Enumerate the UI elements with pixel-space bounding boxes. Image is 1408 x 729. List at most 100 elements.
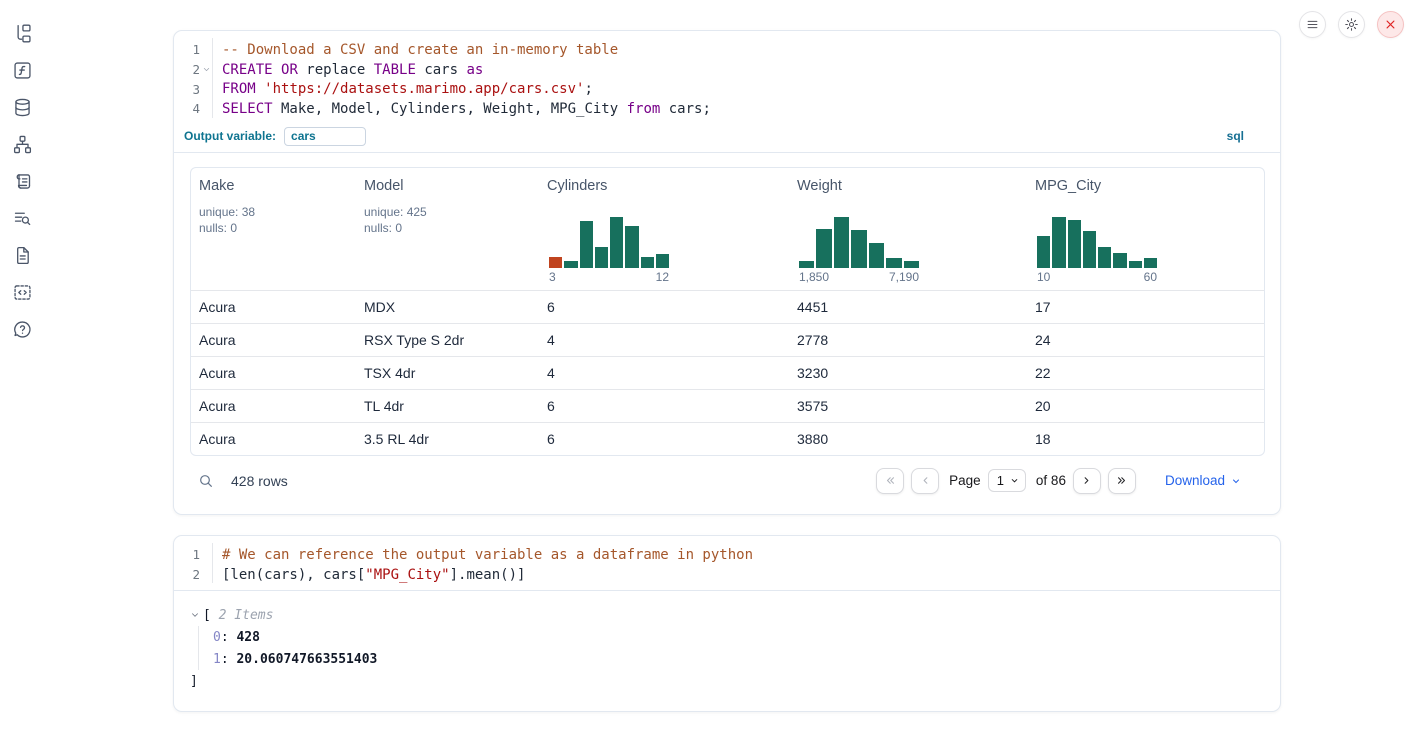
python-code-editor[interactable]: 1 # We can reference the output variable … [174, 536, 1280, 591]
tree-entry[interactable]: 1: 20.060747663551403 [213, 648, 1264, 670]
tree-entry[interactable]: 0: 428 [213, 626, 1264, 648]
next-page-button[interactable] [1073, 468, 1101, 494]
table-cell: 18 [1027, 431, 1264, 447]
last-page-button[interactable] [1108, 468, 1136, 494]
token-keyword: TABLE [374, 62, 416, 78]
table-row[interactable]: AcuraTSX 4dr4323022 [191, 356, 1264, 389]
table-row[interactable]: AcuraTL 4dr6357520 [191, 389, 1264, 422]
line-number: 3 [174, 82, 200, 97]
table-cell: TL 4dr [356, 398, 539, 414]
tree-root-line[interactable]: [ 2 Items [190, 604, 1264, 626]
token-keyword: from [627, 101, 661, 117]
prev-page-button[interactable] [911, 468, 939, 494]
table-cell: Acura [191, 299, 356, 315]
histogram-bar [1052, 217, 1065, 267]
column-header-mpg_city[interactable]: MPG_City1060 [1027, 168, 1264, 290]
table-cell: 20 [1027, 398, 1264, 414]
help-icon[interactable] [11, 318, 33, 340]
table-cell: 4451 [789, 299, 1027, 315]
table-cell: Acura [191, 398, 356, 414]
token-string: 'https://datasets.marimo.app/cars.csv' [264, 81, 584, 97]
table-cell: 6 [539, 431, 789, 447]
scratchpad-icon[interactable] [11, 170, 33, 192]
code-line[interactable]: 2CREATE OR replace TABLE cars as [174, 60, 1280, 80]
histogram-max-label: 7,190 [889, 270, 919, 284]
close-icon [1383, 17, 1398, 32]
column-name: MPG_City [1035, 178, 1264, 194]
items-count: 2 Items [211, 608, 274, 623]
dependency-graph-icon[interactable] [11, 133, 33, 155]
output-variable-input[interactable] [284, 127, 366, 146]
logs-icon[interactable] [11, 207, 33, 229]
fold-chevron-icon[interactable] [200, 65, 212, 74]
histogram-bar [851, 230, 866, 268]
chevron-left-icon [919, 474, 932, 487]
shutdown-button[interactable] [1377, 11, 1404, 38]
token-plain [273, 62, 281, 78]
line-number: 1 [174, 547, 200, 562]
token-keyword: as [466, 62, 483, 78]
table-cell: 24 [1027, 332, 1264, 348]
page-label: Page [949, 473, 981, 488]
table-footer: 428 rows Page 1 of 86 [190, 463, 1264, 499]
menu-button[interactable] [1299, 11, 1326, 38]
table-row[interactable]: Acura3.5 RL 4dr6388018 [191, 422, 1264, 455]
histogram-bar [610, 217, 623, 267]
column-header-model[interactable]: Modelunique: 425nulls: 0 [356, 168, 539, 290]
token-plain: [len(cars), cars[ [222, 567, 365, 583]
settings-button[interactable] [1338, 11, 1365, 38]
file-explorer-icon[interactable] [11, 22, 33, 44]
histogram-labels: 3 12 [549, 270, 669, 284]
table-row[interactable]: AcuraRSX Type S 2dr4277824 [191, 323, 1264, 356]
code-line[interactable]: 4SELECT Make, Model, Cylinders, Weight, … [174, 99, 1280, 119]
table-cell: 2778 [789, 332, 1027, 348]
variables-icon[interactable] [11, 59, 33, 81]
column-stats: unique: 425nulls: 0 [364, 204, 539, 237]
stat-line: nulls: 0 [199, 220, 356, 237]
code-text: # We can reference the output variable a… [212, 547, 753, 563]
entry-value: 428 [236, 630, 259, 645]
token-plain [256, 81, 264, 97]
histogram-bar [1144, 258, 1157, 268]
histogram-min-label: 3 [549, 270, 556, 284]
table-row[interactable]: AcuraMDX6445117 [191, 290, 1264, 323]
line-number: 1 [174, 42, 200, 57]
close-bracket: ] [190, 674, 198, 689]
datasources-icon[interactable] [11, 96, 33, 118]
gear-icon [1344, 17, 1359, 32]
tree-close-line: ] [190, 670, 1264, 692]
column-header-cylinders[interactable]: Cylinders312 [539, 168, 789, 290]
token-keyword: FROM [222, 81, 256, 97]
code-line[interactable]: 2[len(cars), cars["MPG_City"].mean()] [174, 565, 1280, 585]
token-plain: cars; [660, 101, 711, 117]
histogram-bar [834, 217, 849, 267]
code-line[interactable]: 3 FROM 'https://datasets.marimo.app/cars.… [174, 79, 1280, 99]
code-line[interactable]: 1 # We can reference the output variable … [174, 545, 1280, 565]
histogram-bar [1068, 220, 1081, 267]
table-cell: TSX 4dr [356, 365, 539, 381]
histogram-bar [595, 247, 608, 268]
histogram-bar [1083, 231, 1096, 268]
column-header-make[interactable]: Makeunique: 38nulls: 0 [191, 168, 356, 290]
download-button[interactable]: Download [1165, 473, 1242, 488]
snippets-icon[interactable] [11, 281, 33, 303]
output-variable-label: Output variable: [184, 129, 276, 143]
table-cell: 4 [539, 332, 789, 348]
python-cell: 1 # We can reference the output variable … [173, 535, 1281, 712]
code-text: SELECT Make, Model, Cylinders, Weight, M… [212, 101, 711, 117]
token-plain: replace [298, 62, 374, 78]
python-output-tree: [ 2 Items 0: 4281: 20.060747663551403 ] [174, 591, 1280, 692]
page-select[interactable]: 1 [988, 469, 1026, 492]
column-header-weight[interactable]: Weight1,8507,190 [789, 168, 1027, 290]
table-cell: 3575 [789, 398, 1027, 414]
code-line[interactable]: 1-- Download a CSV and create an in-memo… [174, 40, 1280, 60]
first-page-button[interactable] [876, 468, 904, 494]
sql-code-editor[interactable]: 1-- Download a CSV and create an in-memo… [174, 31, 1280, 125]
histogram-max-label: 12 [656, 270, 669, 284]
documentation-icon[interactable] [11, 244, 33, 266]
collapse-chevron-icon[interactable] [190, 610, 200, 620]
chevrons-left-icon [884, 474, 897, 487]
histogram-labels: 1,8507,190 [799, 270, 919, 284]
histogram-bars [799, 216, 919, 268]
search-icon[interactable] [198, 473, 214, 489]
